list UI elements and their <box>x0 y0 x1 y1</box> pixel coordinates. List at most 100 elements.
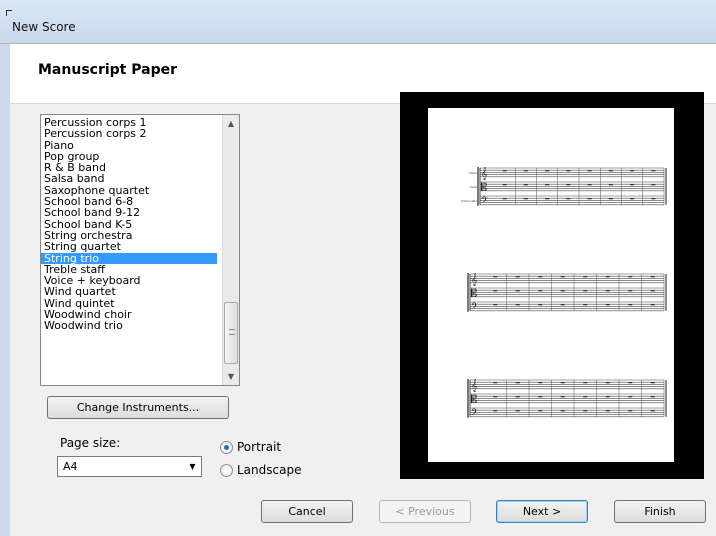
window-corner-icon <box>6 10 12 16</box>
rest-mark <box>630 198 635 200</box>
finish-button[interactable]: Finish <box>614 500 706 523</box>
rest-mark <box>538 290 543 292</box>
rest-mark <box>583 410 588 412</box>
cancel-button[interactable]: Cancel <box>261 500 353 523</box>
portrait-radio[interactable]: Portrait <box>220 440 281 454</box>
rest-mark <box>502 170 507 172</box>
rest-mark <box>605 290 610 292</box>
scrollbar-thumb[interactable] <box>224 302 238 364</box>
rest-mark <box>583 290 588 292</box>
rest-mark <box>560 304 565 306</box>
clef-icon: 𝄡 <box>481 181 487 194</box>
rest-mark <box>560 396 565 398</box>
rest-mark <box>502 184 507 186</box>
page-title: Manuscript Paper <box>38 62 177 78</box>
rest-mark <box>628 382 633 384</box>
rest-mark <box>515 290 520 292</box>
rest-mark <box>545 184 550 186</box>
rest-mark <box>651 198 656 200</box>
instrument-name: Viola <box>470 185 477 189</box>
preview-page: 𝄞 Violin 𝄡 Viola 𝄢 Violoncello 𝄞 𝄡 𝄢 𝄞 𝄡 𝄢 <box>428 108 674 462</box>
instrument-list[interactable]: Percussion corps 1 Percussion corps 2 Pian… <box>40 114 240 386</box>
list-item[interactable]: String quartet <box>41 241 217 253</box>
change-instruments-button[interactable]: Change Instruments... <box>47 396 229 419</box>
page-size-select[interactable]: A4 ▼ <box>57 456 202 477</box>
rest-mark <box>605 276 610 278</box>
rest-mark <box>630 170 635 172</box>
clef-icon: 𝄡 <box>471 287 477 300</box>
rest-mark <box>650 290 655 292</box>
rest-mark <box>583 382 588 384</box>
clef-icon: 𝄡 <box>471 393 477 406</box>
rest-mark <box>608 184 613 186</box>
rest-mark <box>651 170 656 172</box>
instrument-name: Violoncello <box>461 199 477 203</box>
rest-mark <box>515 396 520 398</box>
rest-mark <box>493 396 498 398</box>
previous-button[interactable]: < Previous <box>379 500 471 523</box>
clef-icon: 𝄢 <box>471 301 478 314</box>
rest-mark <box>515 304 520 306</box>
rest-mark <box>560 410 565 412</box>
rest-mark <box>587 170 592 172</box>
landscape-radio[interactable]: Landscape <box>220 463 301 477</box>
rest-mark <box>587 198 592 200</box>
rest-mark <box>538 382 543 384</box>
rest-mark <box>493 304 498 306</box>
rest-mark <box>545 170 550 172</box>
rest-mark <box>605 410 610 412</box>
radio-selected-icon <box>220 440 233 454</box>
rest-mark <box>605 304 610 306</box>
rest-mark <box>538 410 543 412</box>
instrument-list-items: Percussion corps 1 Percussion corps 2 Pian… <box>41 115 217 332</box>
rest-mark <box>560 290 565 292</box>
rest-mark <box>628 304 633 306</box>
list-item[interactable]: School band 9-12 <box>41 207 217 219</box>
scroll-down-arrow-icon[interactable]: ▼ <box>223 368 239 385</box>
scroll-up-arrow-icon[interactable]: ▲ <box>223 115 239 132</box>
rest-mark <box>650 410 655 412</box>
rest-mark <box>523 184 528 186</box>
rest-mark <box>605 382 610 384</box>
rest-mark <box>628 396 633 398</box>
radio-unselected-icon <box>220 463 233 477</box>
preview-staves: 𝄞Violin𝄡Viola𝄢Violoncello𝄞𝄡𝄢𝄞𝄡𝄢 <box>461 167 667 420</box>
dialog-client-area: Manuscript Paper Percussion corps 1 Percu… <box>10 44 716 536</box>
rest-mark <box>502 198 507 200</box>
rest-mark <box>493 290 498 292</box>
rest-mark <box>545 198 550 200</box>
score-preview: 𝄞 Violin 𝄡 Viola 𝄢 Violoncello 𝄞 𝄡 𝄢 𝄞 𝄡 𝄢 <box>400 92 704 479</box>
rest-mark <box>515 276 520 278</box>
portrait-label: Portrait <box>237 440 282 454</box>
rest-mark <box>493 410 498 412</box>
window-left-frame <box>0 44 10 536</box>
rest-mark <box>583 396 588 398</box>
grip-icon <box>229 329 235 335</box>
page-size-value: A4 <box>63 460 78 473</box>
instrument-name: Violin <box>469 171 477 175</box>
rest-mark <box>587 184 592 186</box>
window-title: New Score <box>12 20 76 34</box>
next-button[interactable]: Next > <box>496 500 588 523</box>
list-scrollbar[interactable]: ▲ ▼ <box>222 115 239 385</box>
rest-mark <box>583 304 588 306</box>
rest-mark <box>515 382 520 384</box>
clef-icon: 𝄢 <box>481 195 488 208</box>
rest-mark <box>605 396 610 398</box>
list-item[interactable]: Woodwind trio <box>41 320 217 332</box>
chevron-down-icon[interactable]: ▼ <box>184 457 201 476</box>
rest-mark <box>523 198 528 200</box>
list-item[interactable]: Percussion corps 2 <box>41 128 217 140</box>
rest-mark <box>651 184 656 186</box>
rest-mark <box>566 170 571 172</box>
rest-mark <box>560 382 565 384</box>
rest-mark <box>650 382 655 384</box>
rest-mark <box>493 276 498 278</box>
rest-mark <box>538 304 543 306</box>
rest-mark <box>583 276 588 278</box>
landscape-label: Landscape <box>237 463 302 477</box>
rest-mark <box>650 396 655 398</box>
rest-mark <box>628 410 633 412</box>
rest-mark <box>493 382 498 384</box>
title-bar: New Score <box>0 0 716 44</box>
